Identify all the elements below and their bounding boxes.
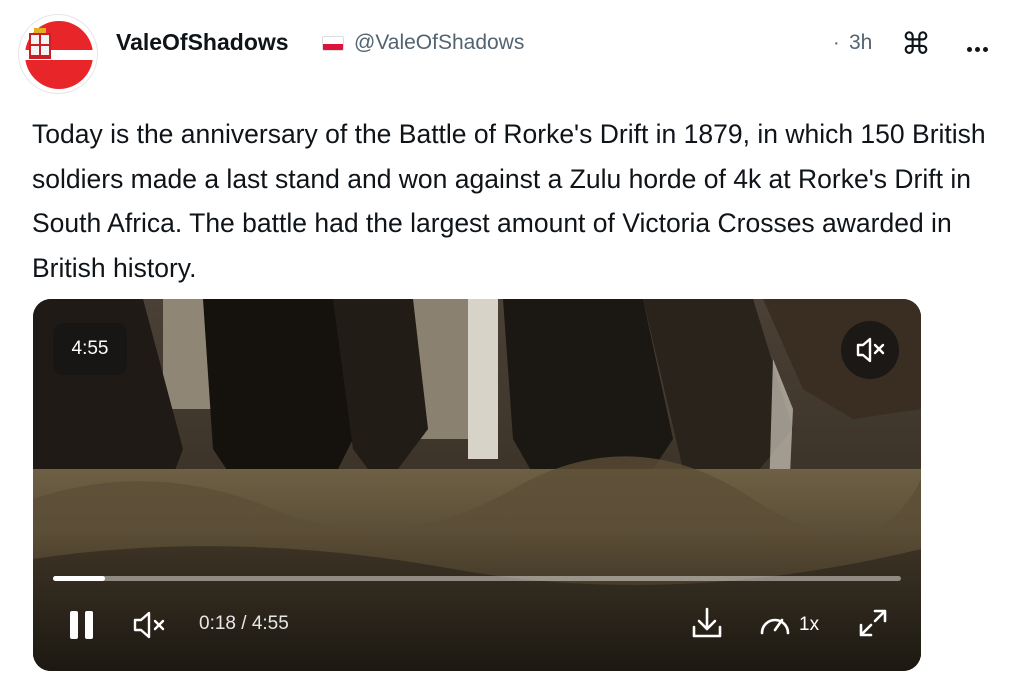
- muted-speaker-icon: [856, 337, 885, 363]
- download-icon: [692, 607, 722, 638]
- author-name[interactable]: ValeOfShadows: [116, 29, 289, 56]
- video-progress-bar[interactable]: [53, 576, 901, 581]
- pause-icon: [70, 611, 93, 639]
- duration-badge: 4:55: [53, 323, 127, 375]
- playback-speed-icon: [760, 618, 790, 635]
- playback-time: 0:18 / 4:55: [199, 613, 289, 634]
- download-button[interactable]: [689, 605, 725, 643]
- volume-button[interactable]: [131, 609, 171, 641]
- more-options-icon[interactable]: [958, 30, 998, 60]
- post-text: Today is the anniversary of the Battle o…: [32, 119, 986, 283]
- post-timestamp[interactable]: 3h: [849, 31, 872, 55]
- author-handle[interactable]: @ValeOfShadows: [354, 31, 524, 55]
- command-icon[interactable]: ⌘: [899, 28, 933, 62]
- playback-speed-button[interactable]: [757, 607, 793, 641]
- muted-speaker-icon: [133, 611, 165, 639]
- separator-dot: ·: [833, 32, 840, 54]
- video-progress-fill: [53, 576, 105, 581]
- poland-flag-icon: [322, 36, 344, 51]
- avatar-image: [25, 21, 93, 89]
- pause-button[interactable]: [67, 608, 97, 642]
- fullscreen-icon: [859, 609, 887, 637]
- playback-speed-label[interactable]: 1x: [799, 614, 819, 636]
- avatar[interactable]: [18, 14, 98, 94]
- fullscreen-button[interactable]: [855, 605, 891, 641]
- mute-toggle-button[interactable]: [841, 321, 899, 379]
- video-player[interactable]: 4:55 0:18 / 4:55 1x: [33, 299, 921, 671]
